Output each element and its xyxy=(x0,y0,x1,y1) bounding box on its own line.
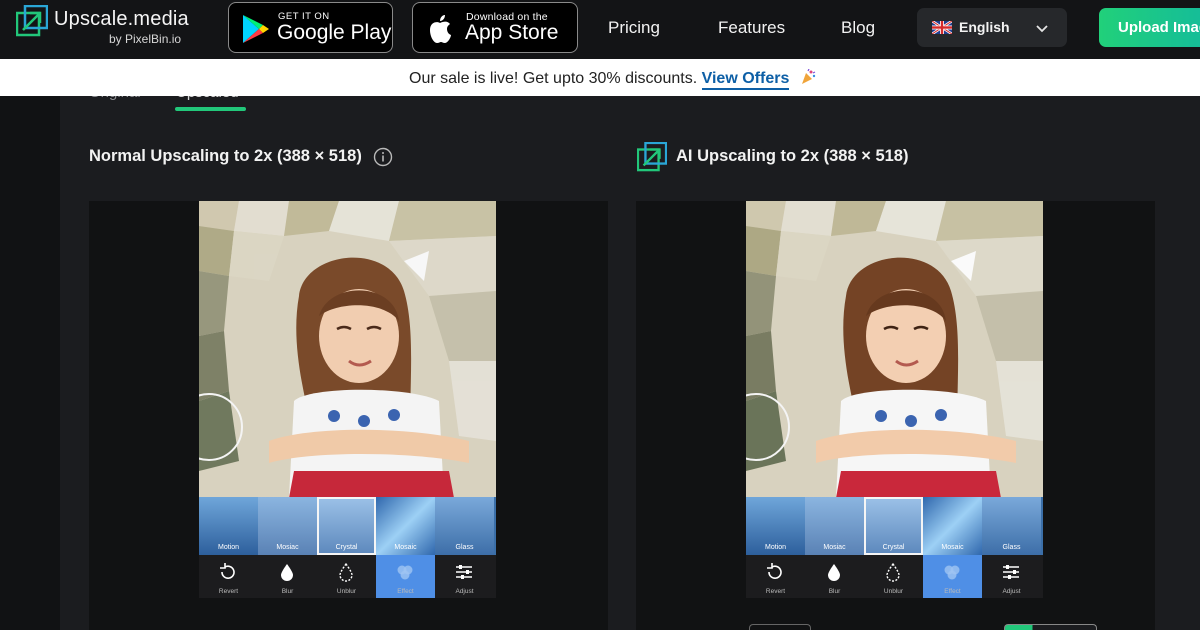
apple-icon xyxy=(430,15,451,43)
logo-title: Upscale.media xyxy=(54,8,189,30)
upload-image-label: Upload Image xyxy=(1118,19,1200,36)
tool-adjust[interactable]: Adjust xyxy=(435,555,494,598)
top-navbar: Upscale.media by PixelBin.io GET IT ON G… xyxy=(0,0,1200,59)
sale-banner-text-top: Our sale is live! Get upto 30% discounts… xyxy=(409,70,698,87)
google-play-big-text: Google Play xyxy=(277,21,392,44)
ai-upscaling-heading: AI Upscaling to 2x (388 × 518) xyxy=(676,147,909,165)
adjust-sliders-icon xyxy=(1003,565,1019,579)
filter-mosiac[interactable]: Mosiac xyxy=(805,497,864,555)
filter-label: Motion xyxy=(217,544,239,551)
filter-label: Glass xyxy=(1002,544,1021,551)
nav-link-pricing[interactable]: Pricing xyxy=(608,18,660,38)
effect-icon xyxy=(397,565,413,580)
filter-glass[interactable]: Glass xyxy=(435,497,494,555)
tool-unblur[interactable]: Unblur xyxy=(864,555,923,598)
google-play-icon xyxy=(243,15,269,43)
tool-label: Effect xyxy=(397,588,414,595)
tool-effect[interactable]: Effect xyxy=(923,555,982,598)
filter-label: Crystal xyxy=(335,544,358,551)
filter-label: Mosaic xyxy=(941,544,964,551)
filter-crystal[interactable]: Crystal xyxy=(864,497,923,555)
logo-link[interactable]: Upscale.media by PixelBin.io xyxy=(16,5,206,51)
tool-label: Revert xyxy=(218,588,239,595)
toggle-button-stub[interactable] xyxy=(1004,624,1097,630)
tool-label: Unblur xyxy=(336,588,357,595)
language-label: English xyxy=(959,19,1010,35)
active-tab-indicator xyxy=(175,107,246,111)
effect-icon xyxy=(944,565,960,580)
uk-flag-icon xyxy=(932,21,952,34)
view-offers-link-top[interactable]: View Offers xyxy=(701,70,790,90)
tool-label: Revert xyxy=(765,588,786,595)
ai-upscaled-image: Motion Mosiac Crystal Mosaic Glass Rever… xyxy=(746,201,1043,598)
nav-link-features[interactable]: Features xyxy=(718,18,785,38)
normal-upscaling-heading: Normal Upscaling to 2x (388 × 518) xyxy=(89,147,362,165)
filter-strip: Motion Mosiac Crystal Mosaic Glass xyxy=(746,497,1043,555)
app-store-big-text: App Store xyxy=(465,21,559,44)
edit-toolbar: Revert Blur Unblur Effect Adjust xyxy=(746,555,1043,598)
filter-motion[interactable]: Motion xyxy=(199,497,258,555)
language-selector[interactable]: English xyxy=(917,8,1067,47)
filter-mosaic[interactable]: Mosaic xyxy=(923,497,982,555)
ai-upscale-icon xyxy=(637,142,667,172)
party-popper-icon xyxy=(801,69,816,84)
unblur-drop-icon xyxy=(339,562,353,582)
app-store-button[interactable]: Download on the App Store xyxy=(412,2,578,53)
edit-toolbar: Revert Blur Unblur Effect Adjust xyxy=(199,555,496,598)
tool-revert[interactable]: Revert xyxy=(199,555,258,598)
tool-label: Adjust xyxy=(1002,588,1021,595)
filter-mosiac[interactable]: Mosiac xyxy=(258,497,317,555)
tool-label: Blur xyxy=(828,588,841,595)
adjust-sliders-icon xyxy=(456,565,472,579)
tool-blur[interactable]: Blur xyxy=(258,555,317,598)
filter-label: Mosiac xyxy=(276,544,299,551)
filter-label: Crystal xyxy=(882,544,905,551)
filter-label: Mosiac xyxy=(823,544,846,551)
tool-label: Unblur xyxy=(883,588,904,595)
upload-image-button[interactable]: Upload Image xyxy=(1099,8,1200,47)
blur-drop-icon xyxy=(281,564,293,581)
logo-subtitle: by PixelBin.io xyxy=(109,32,182,46)
tool-blur[interactable]: Blur xyxy=(805,555,864,598)
girl-photo xyxy=(746,201,1043,498)
chevron-down-icon xyxy=(1036,25,1048,33)
upscale-logo-icon xyxy=(16,5,48,37)
filter-label: Mosaic xyxy=(394,544,417,551)
tool-effect[interactable]: Effect xyxy=(376,555,435,598)
blur-drop-icon xyxy=(828,564,840,581)
filter-crystal[interactable]: Crystal xyxy=(317,497,376,555)
revert-icon xyxy=(220,563,235,579)
tool-label: Effect xyxy=(944,588,961,595)
tool-revert[interactable]: Revert xyxy=(746,555,805,598)
revert-icon xyxy=(767,563,782,579)
normal-upscaled-image: Motion Mosiac Crystal Mosaic Glass Rever… xyxy=(199,201,496,598)
download-button-stub[interactable] xyxy=(749,624,811,630)
info-icon[interactable] xyxy=(373,147,393,167)
tool-unblur[interactable]: Unblur xyxy=(317,555,376,598)
filter-glass[interactable]: Glass xyxy=(982,497,1041,555)
filter-label: Glass xyxy=(455,544,474,551)
tool-label: Adjust xyxy=(455,588,474,595)
google-play-button[interactable]: GET IT ON Google Play xyxy=(228,2,393,53)
filter-mosaic[interactable]: Mosaic xyxy=(376,497,435,555)
sale-banner-content-top: Our sale is live! Get upto 30% discounts… xyxy=(409,69,816,90)
unblur-drop-icon xyxy=(886,562,900,582)
tool-adjust[interactable]: Adjust xyxy=(982,555,1041,598)
girl-photo xyxy=(199,201,496,498)
nav-link-blog[interactable]: Blog xyxy=(841,18,875,38)
filter-strip: Motion Mosiac Crystal Mosaic Glass xyxy=(199,497,496,555)
filter-motion[interactable]: Motion xyxy=(746,497,805,555)
filter-label: Motion xyxy=(764,544,786,551)
tool-label: Blur xyxy=(281,588,294,595)
